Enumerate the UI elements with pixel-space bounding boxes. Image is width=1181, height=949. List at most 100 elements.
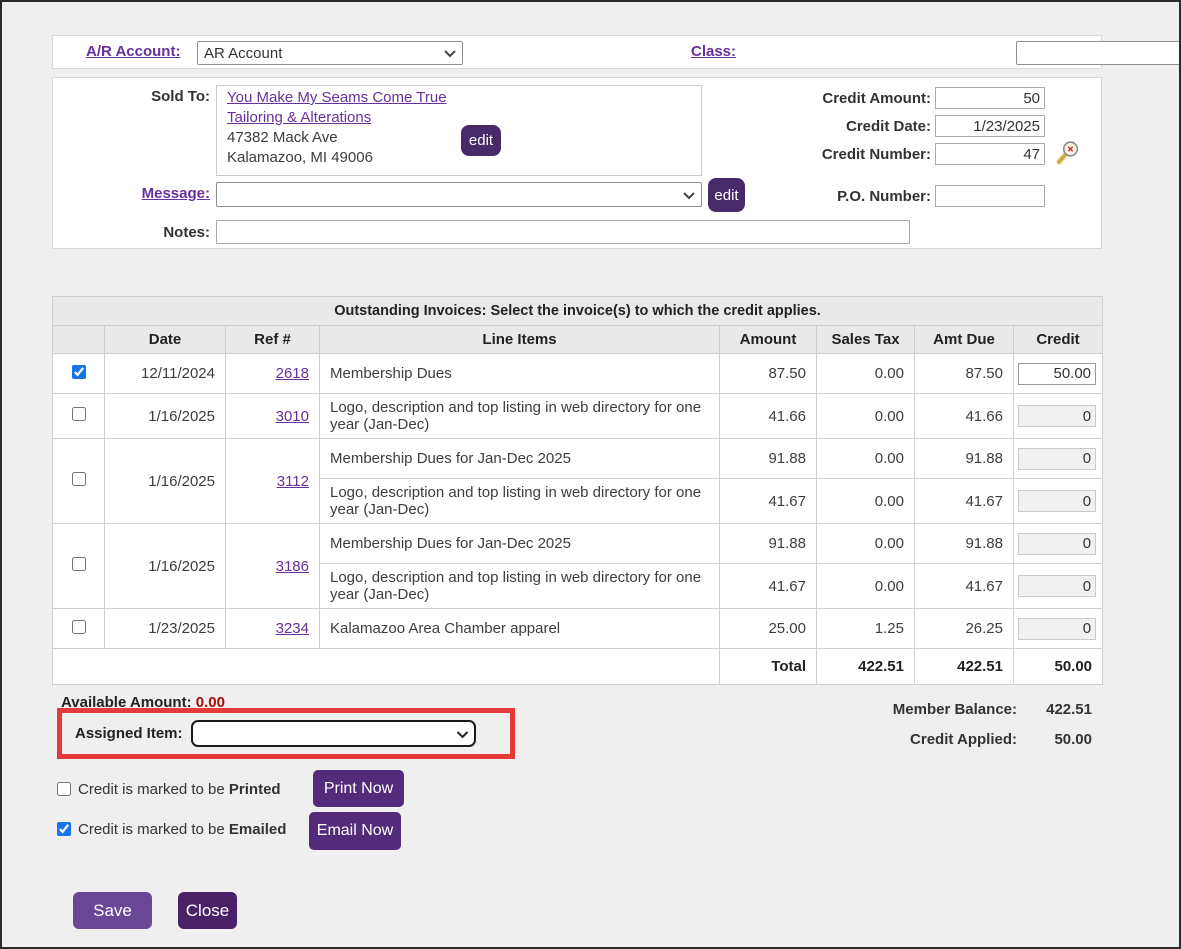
amt-due-cell: 26.25: [915, 609, 1014, 649]
column-header-date: Date: [105, 326, 226, 354]
invoice-ref-link[interactable]: 3234: [276, 620, 309, 637]
credit-form-panel: Sold To: You Make My Seams Come True Tai…: [52, 77, 1102, 249]
sales-tax-cell: 0.00: [817, 524, 915, 564]
sold-to-box: You Make My Seams Come True Tailoring & …: [216, 85, 702, 176]
invoice-date: 1/23/2025: [105, 609, 226, 649]
member-name-link-line1[interactable]: You Make My Seams Come True: [227, 88, 691, 108]
invoice-date: 12/11/2024: [105, 354, 226, 394]
member-balance-label: Member Balance:: [847, 701, 1017, 718]
column-header-ref: Ref #: [226, 326, 320, 354]
class-link[interactable]: Class:: [691, 43, 736, 60]
member-address-line2: Kalamazoo, MI 49006: [227, 148, 691, 168]
column-header-amount: Amount: [720, 326, 817, 354]
sold-to-label: Sold To:: [110, 88, 210, 105]
invoice-total-row: Total422.51422.5150.00: [53, 649, 1103, 685]
line-item-description: Logo, description and top listing in web…: [320, 564, 720, 609]
po-number-input[interactable]: [935, 185, 1045, 207]
sales-tax-cell: 0.00: [817, 439, 915, 479]
sales-tax-cell: 0.00: [817, 354, 915, 394]
column-header-credit: Credit: [1014, 326, 1103, 354]
amount-cell: 87.50: [720, 354, 817, 394]
outstanding-invoices-table: Outstanding Invoices: Select the invoice…: [52, 296, 1103, 685]
invoice-row: 1/16/20253112Membership Dues for Jan-Dec…: [53, 439, 1103, 479]
ar-account-link[interactable]: A/R Account:: [86, 43, 180, 60]
invoice-select-checkbox[interactable]: [72, 557, 86, 571]
assigned-item-label: Assigned Item:: [75, 725, 183, 742]
amount-cell: 91.88: [720, 524, 817, 564]
credit-applied-value: 50.00: [1017, 731, 1092, 748]
amt-due-cell: 41.66: [915, 394, 1014, 439]
invoice-table-header-row: Date Ref # Line Items Amount Sales Tax A…: [53, 326, 1103, 354]
invoice-date: 1/16/2025: [105, 394, 226, 439]
invoice-row: 12/11/20242618Membership Dues87.500.0087…: [53, 354, 1103, 394]
invoice-select-checkbox[interactable]: [72, 407, 86, 421]
column-header-amt-due: Amt Due: [915, 326, 1014, 354]
total-value: 422.51: [915, 649, 1014, 685]
sales-tax-cell: 0.00: [817, 564, 915, 609]
message-edit-button[interactable]: edit: [708, 178, 745, 212]
save-button[interactable]: Save: [73, 892, 152, 929]
credit-number-lookup-icon[interactable]: [1053, 139, 1081, 167]
email-now-button[interactable]: Email Now: [309, 812, 401, 850]
amt-due-cell: 41.67: [915, 564, 1014, 609]
notes-label: Notes:: [110, 224, 210, 241]
invoice-date: 1/16/2025: [105, 524, 226, 609]
printed-label: Credit is marked to be Printed: [78, 781, 281, 798]
class-select[interactable]: [1016, 41, 1181, 65]
invoice-ref-link[interactable]: 3112: [277, 473, 309, 490]
notes-input[interactable]: [216, 220, 910, 244]
sales-tax-cell: 0.00: [817, 394, 915, 439]
amount-cell: 41.66: [720, 394, 817, 439]
invoice-select-checkbox[interactable]: [72, 472, 86, 486]
close-button[interactable]: Close: [178, 892, 237, 929]
amt-due-cell: 87.50: [915, 354, 1014, 394]
emailed-checkbox[interactable]: [57, 822, 71, 836]
credit-amount-cell-input: [1018, 575, 1096, 597]
sold-to-edit-button[interactable]: edit: [461, 125, 501, 156]
total-label: Total: [720, 649, 817, 685]
assigned-item-highlight-annotation: Assigned Item:: [57, 708, 515, 759]
invoice-select-checkbox[interactable]: [72, 620, 86, 634]
line-item-description: Membership Dues for Jan-Dec 2025: [320, 524, 720, 564]
account-class-bar: A/R Account: AR Account Class:: [52, 35, 1102, 69]
assigned-item-select[interactable]: [191, 720, 476, 747]
total-value: 50.00: [1014, 649, 1103, 685]
ar-account-select[interactable]: AR Account: [197, 41, 463, 65]
amount-cell: 41.67: [720, 564, 817, 609]
sales-tax-cell: 0.00: [817, 479, 915, 524]
invoice-ref-link[interactable]: 3186: [276, 558, 309, 575]
email-option-row: Credit is marked to be Emailed Email Now: [57, 810, 477, 848]
balance-summary: Member Balance: 422.51 Credit Applied: 5…: [847, 701, 1092, 761]
credit-amount-input[interactable]: [935, 87, 1045, 109]
credit-number-input[interactable]: [935, 143, 1045, 165]
print-option-row: Credit is marked to be Printed Print Now: [57, 770, 477, 808]
credit-amount-label: Credit Amount:: [753, 90, 931, 107]
message-link[interactable]: Message:: [90, 185, 210, 202]
invoice-row: 1/23/20253234Kalamazoo Area Chamber appa…: [53, 609, 1103, 649]
credit-applied-label: Credit Applied:: [847, 731, 1017, 748]
credit-amount-cell-input: [1018, 618, 1096, 640]
print-now-button[interactable]: Print Now: [313, 770, 404, 807]
column-header-select: [53, 326, 105, 354]
invoice-ref-link[interactable]: 2618: [276, 365, 309, 382]
invoice-row: 1/16/20253186Membership Dues for Jan-Dec…: [53, 524, 1103, 564]
credit-amount-cell-input: [1018, 448, 1096, 470]
member-name-link-line2[interactable]: Tailoring & Alterations: [227, 108, 691, 128]
amount-cell: 25.00: [720, 609, 817, 649]
credit-date-label: Credit Date:: [753, 118, 931, 135]
amt-due-cell: 41.67: [915, 479, 1014, 524]
invoice-ref-link[interactable]: 3010: [276, 408, 309, 425]
printed-checkbox[interactable]: [57, 782, 71, 796]
po-number-label: P.O. Number:: [753, 188, 931, 205]
invoice-select-checkbox[interactable]: [72, 365, 86, 379]
credit-amount-cell-input: [1018, 405, 1096, 427]
credit-amount-cell-input[interactable]: [1018, 363, 1096, 385]
amt-due-cell: 91.88: [915, 524, 1014, 564]
credit-date-input[interactable]: [935, 115, 1045, 137]
member-balance-value: 422.51: [1017, 701, 1092, 718]
invoice-table-body: Outstanding Invoices: Select the invoice…: [53, 297, 1103, 685]
amt-due-cell: 91.88: [915, 439, 1014, 479]
credit-amount-cell-input: [1018, 533, 1096, 555]
amount-cell: 41.67: [720, 479, 817, 524]
message-select[interactable]: [216, 182, 702, 207]
